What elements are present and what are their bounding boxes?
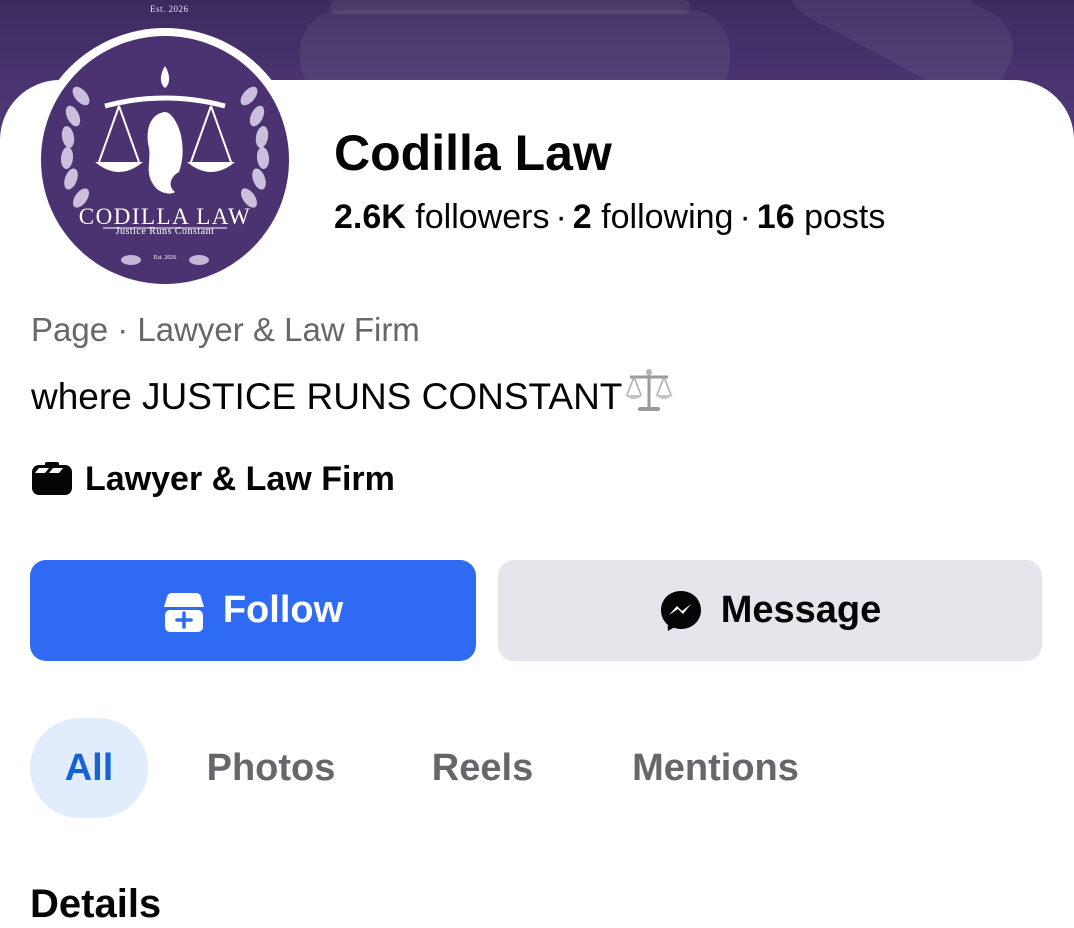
bio-text: where JUSTICE RUNS CONSTANT (31, 376, 623, 417)
followers-label: followers (415, 198, 550, 236)
tab-reels[interactable]: Reels (405, 718, 560, 818)
scales-of-justice-logo (60, 66, 270, 265)
follow-button-label: Follow (222, 589, 344, 631)
posts-label: posts (804, 198, 886, 236)
balance-scale-icon (624, 367, 674, 424)
page-category: Page · Lawyer & Law Firm (31, 311, 420, 348)
followers-stat[interactable]: 2.6K followers (334, 198, 549, 236)
cover-est-label: Est. 2026 (150, 4, 189, 14)
following-label: following (601, 198, 734, 236)
tab-mentions[interactable]: Mentions (608, 718, 823, 818)
followers-count: 2.6K (334, 198, 406, 236)
cover-decoration (330, 0, 690, 14)
stat-separator: · (555, 198, 567, 236)
briefcase-icon (32, 462, 72, 495)
section-title-details: Details (30, 882, 162, 926)
avatar[interactable]: CODILLA LAW Justice Runs Constant Est. 2… (41, 36, 289, 284)
detail-category-row: Lawyer & Law Firm (31, 456, 395, 502)
following-stat[interactable]: 2 following (573, 198, 734, 236)
follow-button[interactable]: Follow (30, 560, 476, 661)
avatar-est-label: Est. 2026 (153, 255, 177, 261)
posts-stat[interactable]: 16 posts (757, 198, 886, 236)
profile-stats: 2.6K followers · 2 following · 16 posts (334, 196, 885, 238)
posts-count: 16 (756, 198, 795, 236)
detail-category-text: Lawyer & Law Firm (85, 459, 395, 498)
avatar-tagline: Justice Runs Constant (115, 226, 215, 237)
page-title: Codilla Law (334, 125, 612, 181)
stat-separator: · (739, 198, 751, 236)
follow-page-icon (163, 589, 205, 633)
message-button[interactable]: Message (498, 560, 1042, 661)
following-count: 2 (572, 198, 592, 236)
tab-all[interactable]: All (30, 718, 148, 818)
page-bio: where JUSTICE RUNS CONSTANT (31, 367, 674, 424)
tab-photos[interactable]: Photos (185, 718, 357, 818)
message-button-label: Message (720, 589, 882, 631)
messenger-icon (659, 589, 703, 633)
